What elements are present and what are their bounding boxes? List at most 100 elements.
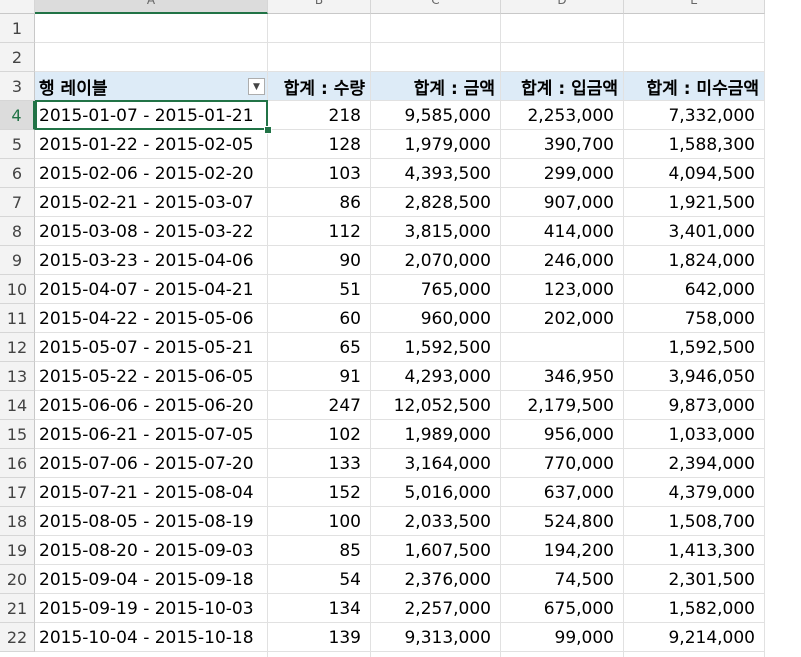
cell-qty[interactable]: 247 — [268, 391, 371, 420]
cell-amount[interactable]: 4,393,500 — [371, 159, 501, 188]
row-header-6[interactable]: 6 — [0, 159, 35, 188]
pivot-header-unpaid[interactable]: 합계 : 미수금액 — [624, 72, 765, 101]
row-header-3[interactable]: 3 — [0, 72, 35, 101]
row-header-16[interactable]: 16 — [0, 449, 35, 478]
cell-amount[interactable]: 3,164,000 — [371, 449, 501, 478]
cell-label[interactable]: 2015-02-21 - 2015-03-07 — [35, 188, 268, 217]
cell-unpaid[interactable]: 3,946,050 — [624, 362, 765, 391]
cell-unpaid[interactable]: 1,582,000 — [624, 594, 765, 623]
row-header-21[interactable]: 21 — [0, 594, 35, 623]
cell-unpaid[interactable]: 4,094,500 — [624, 159, 765, 188]
cell-qty[interactable]: 134 — [268, 594, 371, 623]
pivot-header-amount[interactable]: 합계 : 금액 — [371, 72, 501, 101]
cell-amount[interactable]: 2,033,500 — [371, 507, 501, 536]
cell-paid[interactable]: 194,200 — [501, 536, 624, 565]
pivot-header-label[interactable]: 행 레이블 — [35, 72, 268, 101]
cell-amount[interactable]: 2,828,500 — [371, 188, 501, 217]
cell-unpaid[interactable]: 9,214,000 — [624, 623, 765, 652]
column-header-e[interactable]: E — [624, 0, 765, 14]
cell-label[interactable]: 2015-01-22 - 2015-02-05 — [35, 130, 268, 159]
cell-unpaid[interactable]: 3,401,000 — [624, 217, 765, 246]
cell-amount[interactable]: 765,000 — [371, 275, 501, 304]
cell-label[interactable]: 2015-08-05 - 2015-08-19 — [35, 507, 268, 536]
pivot-header-qty[interactable]: 합계 : 수량 — [268, 72, 371, 101]
cell-label[interactable]: 2015-10-04 - 2015-10-18 — [35, 623, 268, 652]
cell-qty[interactable]: 60 — [268, 304, 371, 333]
cell-unpaid[interactable]: 2,394,000 — [624, 449, 765, 478]
cell-unpaid[interactable]: 7,332,000 — [624, 101, 765, 130]
row-header-8[interactable]: 8 — [0, 217, 35, 246]
cell-unpaid[interactable]: 1,824,000 — [624, 246, 765, 275]
cell-label[interactable]: 2015-05-07 - 2015-05-21 — [35, 333, 268, 362]
row-header-12[interactable]: 12 — [0, 333, 35, 362]
cell-unpaid[interactable]: 1,413,300 — [624, 536, 765, 565]
cell-amount[interactable]: 1,989,000 — [371, 420, 501, 449]
row-header-4[interactable]: 4 — [0, 101, 35, 130]
row-header-17[interactable]: 17 — [0, 478, 35, 507]
cell-paid[interactable]: 246,000 — [501, 246, 624, 275]
row-header-19[interactable]: 19 — [0, 536, 35, 565]
cell-unpaid[interactable]: 1,921,500 — [624, 188, 765, 217]
cell-unpaid[interactable]: 758,000 — [624, 304, 765, 333]
cell-amount[interactable]: 12,052,500 — [371, 391, 501, 420]
cell-qty[interactable]: 51 — [268, 275, 371, 304]
cell-amount[interactable]: 9,313,000 — [371, 623, 501, 652]
fill-handle[interactable] — [264, 126, 272, 134]
row-header-14[interactable]: 14 — [0, 391, 35, 420]
cell-unpaid[interactable]: 2,301,500 — [624, 565, 765, 594]
row-header-20[interactable]: 20 — [0, 565, 35, 594]
cell-label[interactable]: 2015-08-20 - 2015-09-03 — [35, 536, 268, 565]
cell-amount[interactable]: 4,293,000 — [371, 362, 501, 391]
cell-label[interactable]: 2015-06-21 - 2015-07-05 — [35, 420, 268, 449]
cell-qty[interactable]: 54 — [268, 565, 371, 594]
cell-paid[interactable]: 2,179,500 — [501, 391, 624, 420]
cell-paid[interactable]: 637,000 — [501, 478, 624, 507]
cell-label[interactable]: 2015-04-22 - 2015-05-06 — [35, 304, 268, 333]
cell-unpaid[interactable]: 1,592,500 — [624, 333, 765, 362]
cell-qty[interactable]: 103 — [268, 159, 371, 188]
dropdown-filter-icon[interactable]: ▼ — [248, 78, 265, 95]
cell-label[interactable]: 2015-03-08 - 2015-03-22 — [35, 217, 268, 246]
cell-amount[interactable]: 2,257,000 — [371, 594, 501, 623]
cell-paid[interactable]: 414,000 — [501, 217, 624, 246]
cell-qty[interactable]: 139 — [268, 623, 371, 652]
cell-qty[interactable]: 218 — [268, 101, 371, 130]
column-header-c[interactable]: C — [371, 0, 501, 14]
cell-amount[interactable]: 1,592,500 — [371, 333, 501, 362]
select-all-corner[interactable] — [0, 0, 35, 14]
cell-qty[interactable]: 133 — [268, 449, 371, 478]
spreadsheet-grid[interactable]: A B C D E 1 2 3 4 5 6 7 8 9 10 11 12 13 14 15 16 17 18 19 20 21 22… — [0, 0, 801, 657]
cell-amount[interactable]: 1,979,000 — [371, 130, 501, 159]
cell-paid[interactable]: 99,000 — [501, 623, 624, 652]
cell-paid[interactable]: 675,000 — [501, 594, 624, 623]
cell-paid[interactable]: 202,000 — [501, 304, 624, 333]
cell-qty[interactable]: 100 — [268, 507, 371, 536]
cell-label[interactable]: 2015-02-06 - 2015-02-20 — [35, 159, 268, 188]
cell-paid[interactable]: 524,800 — [501, 507, 624, 536]
cell-paid[interactable]: 390,700 — [501, 130, 624, 159]
cell-label[interactable]: 2015-09-19 - 2015-10-03 — [35, 594, 268, 623]
cell-label[interactable]: 2015-05-22 - 2015-06-05 — [35, 362, 268, 391]
cell-amount[interactable]: 1,607,500 — [371, 536, 501, 565]
row-header-15[interactable]: 15 — [0, 420, 35, 449]
cell-unpaid[interactable]: 9,873,000 — [624, 391, 765, 420]
cell-label[interactable]: 2015-04-07 - 2015-04-21 — [35, 275, 268, 304]
cell-amount[interactable]: 2,376,000 — [371, 565, 501, 594]
cell-paid[interactable]: 956,000 — [501, 420, 624, 449]
row-header-18[interactable]: 18 — [0, 507, 35, 536]
cell-qty[interactable]: 112 — [268, 217, 371, 246]
cell-qty[interactable]: 65 — [268, 333, 371, 362]
cell-unpaid[interactable]: 1,588,300 — [624, 130, 765, 159]
cell-unpaid[interactable]: 1,508,700 — [624, 507, 765, 536]
cell-unpaid[interactable]: 1,033,000 — [624, 420, 765, 449]
column-header-a[interactable]: A — [35, 0, 268, 14]
row-header-13[interactable]: 13 — [0, 362, 35, 391]
cell-paid[interactable]: 2,253,000 — [501, 101, 624, 130]
cell-label[interactable]: 2015-03-23 - 2015-04-06 — [35, 246, 268, 275]
cell-paid[interactable]: 907,000 — [501, 188, 624, 217]
cell-paid[interactable]: 74,500 — [501, 565, 624, 594]
cell-label[interactable]: 2015-09-04 - 2015-09-18 — [35, 565, 268, 594]
cell-qty[interactable]: 85 — [268, 536, 371, 565]
cell-unpaid[interactable]: 642,000 — [624, 275, 765, 304]
cell-unpaid[interactable]: 4,379,000 — [624, 478, 765, 507]
